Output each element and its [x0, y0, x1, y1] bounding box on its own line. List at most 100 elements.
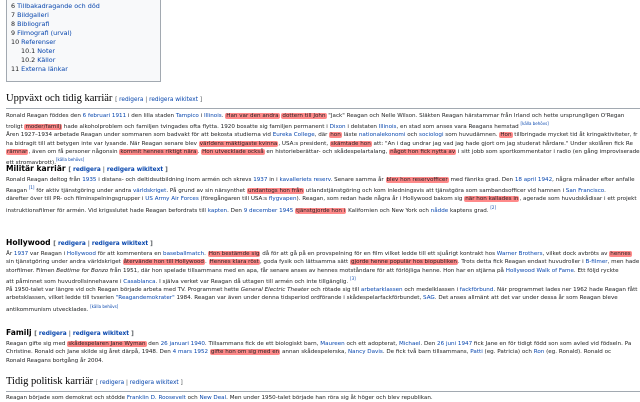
highlighted-text: skådespelaren Jane Wyman: [67, 341, 147, 347]
edit-link[interactable]: redigera: [73, 167, 101, 173]
reference-link[interactable]: [källa behövs]: [90, 304, 118, 309]
wiki-link[interactable]: New Deal: [199, 395, 226, 401]
text-fragment: , men hade: [607, 259, 640, 266]
wiki-link[interactable]: Maureen: [320, 341, 344, 347]
text-fragment: , där: [314, 132, 330, 139]
text-fragment: . Det anses allmänt att det var under de…: [434, 295, 618, 302]
text-fragment: storfilmer. Filmen: [6, 267, 57, 274]
text-fragment: , några månader efter anfalle: [552, 177, 635, 183]
highlighted-text: Hon bestämde sig: [207, 251, 261, 257]
highlighted-text: gifte hon om sig med en: [209, 349, 281, 356]
text-line: Reagan [1] för aktiv tjänstgöring under …: [6, 184, 640, 195]
toc-label: Externa länkar: [21, 65, 68, 73]
wiki-link[interactable]: kapten: [208, 208, 227, 214]
text-line: Reagan gifte sig med skådespelaren Jane …: [6, 340, 640, 348]
toc-item[interactable]: 6 Tillbakadragande och död: [11, 2, 156, 11]
reference-link[interactable]: [källa behövs]: [521, 121, 549, 126]
edit-link[interactable]: redigera: [58, 241, 86, 247]
wiki-link[interactable]: flygvapen: [269, 196, 297, 202]
wiki-link[interactable]: Illinois: [204, 113, 222, 119]
wiki-link[interactable]: Illinois: [379, 124, 397, 130]
text-fragment: , även om få personer någonsin: [28, 149, 120, 156]
edit-wikitext-link[interactable]: redigera wikitext: [73, 331, 129, 337]
toc-item[interactable]: 8 Bibliografi: [11, 20, 156, 29]
wiki-link[interactable]: "Reagandemokrater": [116, 295, 175, 301]
toc-item[interactable]: 10 Referenser: [11, 38, 156, 47]
section-heading-uppvaxt: Uppväxt och tidig karriär [ redigera | r…: [6, 93, 202, 104]
wiki-link[interactable]: Tampico: [176, 113, 199, 119]
wiki-link[interactable]: Ron: [534, 349, 545, 355]
text-line: troligt moder/familj hade alkoholproblem…: [6, 120, 640, 131]
wiki-link[interactable]: 1937: [14, 251, 28, 257]
wiki-link[interactable]: baseballmatch: [163, 251, 204, 257]
wiki-link[interactable]: Michael: [399, 341, 420, 347]
text-fragment: , USA:s president,: [278, 140, 330, 147]
wiki-link[interactable]: arbetarklassen: [361, 287, 403, 293]
reference-link[interactable]: [källa behövs]: [56, 157, 84, 162]
wiki-link[interactable]: 6 februari: [83, 113, 110, 119]
toc-item[interactable]: 10.1 Noter: [11, 47, 156, 56]
reference-link[interactable]: [2]: [490, 205, 496, 210]
wiki-link[interactable]: 1935: [82, 177, 96, 183]
wiki-link[interactable]: nådde: [431, 208, 449, 214]
text-fragment: . Den: [227, 207, 244, 214]
toc-item[interactable]: 9 Filmografi (urval): [11, 29, 156, 38]
toc-item[interactable]: 7 Bildgalleri: [11, 11, 156, 20]
text-fragment: i distans- och deltidsutbildning inom ar…: [96, 177, 254, 183]
text-fragment: (eg. Ronald). Ronald oc: [544, 349, 612, 356]
text-line: Åren 1927–1934 arbetade Reagan under som…: [6, 131, 640, 139]
wiki-link[interactable]: Nancy Davis: [348, 349, 383, 355]
edit-link[interactable]: redigera: [39, 331, 67, 337]
edit-link[interactable]: redigera: [100, 380, 124, 386]
wiki-link[interactable]: kavalleriets reserv: [279, 177, 330, 183]
wiki-link[interactable]: sociologi: [419, 132, 443, 138]
wiki-link[interactable]: 4 mars 1952: [173, 349, 208, 355]
text-fragment: Christine. Ronald och Jane skilde sig år…: [6, 349, 173, 356]
wiki-link[interactable]: San Francisco: [566, 188, 604, 194]
reference-link[interactable]: [3]: [350, 276, 356, 281]
wiki-link[interactable]: Warner Brothers: [497, 251, 543, 257]
heading-divider: [6, 391, 640, 392]
toc-label: Noter: [37, 47, 56, 55]
edit-link[interactable]: redigera: [119, 97, 143, 103]
edit-wikitext-link[interactable]: redigera wikitext: [92, 241, 148, 247]
wiki-link[interactable]: B-filmer: [585, 259, 607, 265]
edit-wikitext-link[interactable]: redigera wikitext: [107, 167, 163, 173]
wiki-link[interactable]: Eureka College: [273, 132, 315, 138]
toc-item[interactable]: 10.2 Källor: [11, 56, 156, 65]
edit-wikitext-link[interactable]: redigera wikitext: [149, 97, 198, 103]
text-fragment: . När programmet lades ner 1962 hade Rea…: [493, 287, 638, 294]
text-fragment: (eg. Patricia) och: [482, 349, 534, 356]
wiki-link[interactable]: Dixon: [330, 124, 346, 130]
text-fragment: ha bidragit till att betygen inte var ly…: [6, 140, 199, 147]
wiki-link[interactable]: 1937: [253, 177, 267, 183]
wiki-link[interactable]: Hollywood: [67, 251, 96, 257]
toc-item[interactable]: 11 Externa länkar: [11, 65, 156, 74]
text-fragment: i sitt jobb som sportkommentator i radio…: [456, 149, 640, 156]
edit-wikitext-link[interactable]: redigera wikitext: [130, 380, 179, 386]
highlighted-text: gjorde henne populär hos biopubliken: [349, 259, 458, 266]
text-fragment: och: [405, 132, 420, 139]
wiki-link[interactable]: nationalekonomi: [359, 132, 406, 138]
text-fragment: i delstaten: [345, 124, 379, 131]
wiki-link[interactable]: 26 juni 1947: [437, 341, 472, 347]
wiki-link[interactable]: Casablanca: [123, 279, 155, 285]
wiki-link[interactable]: Franklin D. Roosevelt: [127, 395, 186, 401]
wiki-link[interactable]: 1911: [112, 113, 126, 119]
section-heading-politisk: Tidig politisk karriär [ redigera | redi…: [6, 376, 183, 387]
text-fragment: . Trots detta fick Reagan endast huvudro…: [457, 259, 586, 266]
wiki-link[interactable]: Hollywood Walk of Fame: [506, 268, 574, 274]
wiki-link[interactable]: US Army Air Forces: [145, 196, 199, 202]
table-of-contents: 6 Tillbakadragande och död 7 Bildgalleri 8…: [6, 0, 161, 82]
text-fragment: och: [185, 395, 200, 401]
wiki-link[interactable]: SAG: [423, 295, 435, 301]
edit-links: [ redigera | redigera wikitext ]: [115, 97, 203, 103]
wiki-link[interactable]: 9 december 1945: [244, 208, 294, 214]
wiki-link[interactable]: 18 april 1942: [515, 177, 552, 183]
text-fragment: arbetsklassen, vilket ledde till tvserie…: [6, 295, 116, 302]
wiki-link[interactable]: fackförbund: [460, 287, 494, 293]
wiki-link[interactable]: Patti: [470, 349, 483, 355]
paragraph-militar: Ronald Reagan deltog från 1935 i distans…: [6, 176, 640, 215]
wiki-link[interactable]: världskriget: [133, 188, 166, 194]
wiki-link[interactable]: 26 januari 1940: [161, 341, 205, 347]
